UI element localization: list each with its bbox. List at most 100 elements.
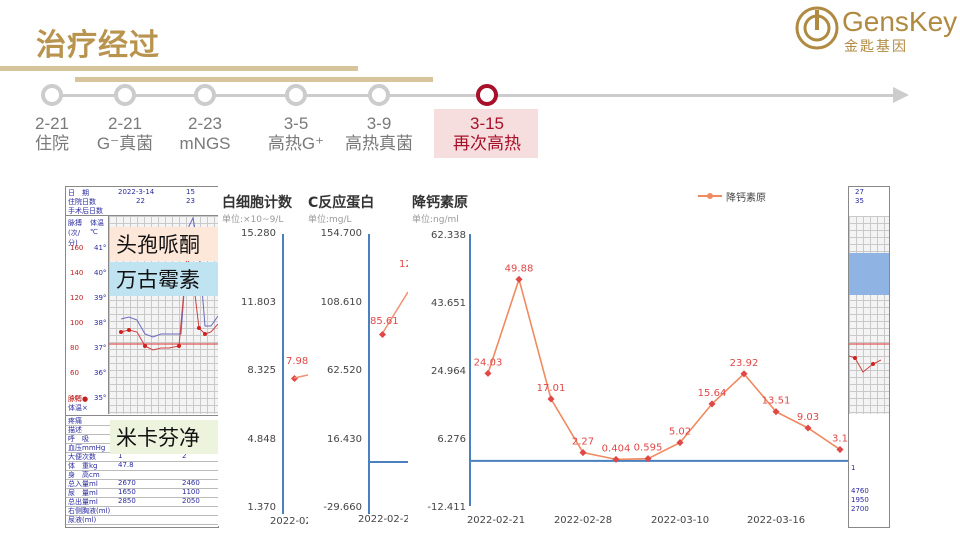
wbc-y-tick: 4.848 bbox=[247, 433, 276, 445]
timeline-event: 再次高热 bbox=[453, 134, 521, 153]
pct-data-label: 0.404 bbox=[602, 443, 631, 454]
sheet-value: 1950 bbox=[851, 496, 869, 504]
crp-data-label: 85.61 bbox=[370, 316, 399, 327]
title-underline-top bbox=[0, 66, 358, 71]
sheet-value: 1 bbox=[851, 464, 856, 472]
temp-tick: 39° bbox=[94, 294, 107, 302]
timeline-date: 2-21 bbox=[107, 114, 143, 133]
timeline-date: 3-5 bbox=[283, 114, 309, 133]
pulse-tick: 120 bbox=[70, 294, 84, 302]
sheet-day: 35 bbox=[855, 197, 864, 205]
crp-y-tick: 154.700 bbox=[320, 228, 362, 239]
pct-data-label: 17.01 bbox=[537, 383, 566, 394]
sheet-axis-column: 脉搏 (次/分) 体温 ℃ 160 140 120 100 80 60 40 41° 40° 3… bbox=[66, 216, 109, 414]
timeline-date: 3-15 bbox=[469, 114, 505, 133]
timeline-label: 3-15 再次高热 bbox=[447, 114, 527, 154]
sheet-plot-grid bbox=[849, 216, 889, 414]
temp-tick: 36° bbox=[94, 369, 107, 377]
pct-chart-svg: 62.338 43.651 24.964 6.276 -12.4112022-02-21… bbox=[427, 230, 848, 526]
wbc-axis-line bbox=[282, 234, 284, 514]
crp-y-tick: -29.660 bbox=[323, 502, 362, 513]
logo-subtitle: 金匙基因 bbox=[844, 39, 908, 55]
crp-y-tick: 16.430 bbox=[327, 433, 362, 445]
drug-label-cefoperazone: 头孢哌酮 bbox=[110, 227, 220, 261]
wbc-chart-title: 白细胞计数 bbox=[222, 195, 292, 211]
crp-chart-panel: C反应蛋白 单位:mg/L 154.700 108.610 62.520 16.430… bbox=[308, 186, 416, 526]
timeline-event: mNGS bbox=[179, 134, 231, 153]
temp-tick: 40° bbox=[94, 269, 107, 277]
temp-tick: 37° bbox=[94, 344, 107, 352]
timeline-date: 2-23 bbox=[187, 114, 223, 133]
temperature-sheet-right: 27 35 1 4760 1950 2700 bbox=[848, 186, 890, 528]
sheet-bottom-value: 1100 bbox=[182, 488, 200, 496]
pct-y-tick: 24.964 bbox=[431, 366, 466, 377]
timeline-event: 住院 bbox=[35, 134, 69, 153]
timeline-arrow-icon bbox=[893, 87, 909, 103]
sheet-date: 27 bbox=[855, 188, 864, 196]
timeline-label: 3-9 高热真菌 bbox=[339, 114, 419, 154]
timeline-node bbox=[194, 84, 216, 106]
pct-data-point bbox=[547, 395, 555, 403]
logo-name: GensKey bbox=[842, 6, 958, 37]
pct-y-tick: -12.411 bbox=[427, 502, 466, 513]
sheet-bottom-value: 2850 bbox=[118, 497, 136, 505]
pct-data-label: 3.1 bbox=[832, 434, 848, 445]
timeline-node bbox=[368, 84, 390, 106]
timeline-event: 高热真菌 bbox=[345, 134, 413, 153]
pct-x-tick: 2022-03-16 bbox=[747, 515, 805, 526]
sheet-vitals-plot bbox=[849, 343, 889, 373]
pct-data-point bbox=[484, 369, 492, 377]
sheet-bottom-value: 2050 bbox=[182, 497, 200, 505]
timeline-node bbox=[285, 84, 307, 106]
pct-series-line bbox=[487, 276, 841, 461]
pulse-tick: 60 bbox=[70, 369, 79, 377]
temp-tick: 41° bbox=[94, 244, 107, 252]
sheet-day: 22 bbox=[136, 197, 145, 205]
timeline-line bbox=[42, 94, 897, 97]
temp-tick: 35° bbox=[94, 394, 107, 402]
pct-y-tick: 62.338 bbox=[431, 230, 466, 241]
pct-data-label: 15.64 bbox=[698, 388, 727, 399]
wbc-y-tick: 11.803 bbox=[241, 296, 276, 308]
pct-data-label: 2.27 bbox=[572, 437, 594, 448]
drug-label-micafungin: 米卡芬净 bbox=[110, 420, 220, 454]
title-underline-bottom bbox=[75, 77, 433, 82]
sheet-date: 15 bbox=[186, 188, 195, 196]
pct-data-label: 49.88 bbox=[505, 263, 534, 274]
wbc-line-segment bbox=[294, 374, 308, 379]
crp-zero-line bbox=[368, 461, 408, 463]
sheet-header: 日 期 住院日数 手术后日数 2022-3-14 15 22 23 bbox=[66, 187, 218, 216]
wbc-data-label: 7.98 bbox=[286, 356, 309, 367]
timeline-node bbox=[476, 84, 498, 106]
pulse-tick: 140 bbox=[70, 269, 84, 277]
pulse-tick: 80 bbox=[70, 344, 79, 352]
sheet-value: 4760 bbox=[851, 487, 869, 495]
timeline-label: 2-21 住院 bbox=[12, 114, 92, 154]
wbc-y-tick: 8.325 bbox=[247, 365, 276, 376]
wbc-chart-unit: 单位:×10~9/L bbox=[222, 215, 284, 225]
crp-chart-unit: 单位:mg/L bbox=[308, 215, 352, 225]
drug-label-vancomycin: 万古霉素 bbox=[110, 262, 220, 296]
temp-axis-label: 体温 ℃ bbox=[90, 219, 104, 236]
sheet-date: 2022-3-14 bbox=[118, 188, 155, 196]
timeline-date: 3-9 bbox=[366, 114, 392, 133]
pct-data-point bbox=[515, 275, 523, 283]
legend-temp: 体温× bbox=[68, 404, 88, 412]
pct-data-label: 5.02 bbox=[669, 427, 691, 438]
timeline-label: 2-23 mNGS bbox=[165, 114, 245, 154]
timeline-event: 高热G⁺ bbox=[267, 134, 325, 153]
pct-x-tick: 2022-02-21 bbox=[467, 515, 525, 526]
wbc-y-tick: 15.280 bbox=[241, 228, 276, 239]
timeline-label: 2-21 G⁻真菌 bbox=[85, 114, 165, 154]
crp-y-tick: 62.520 bbox=[327, 365, 362, 376]
pct-data-label: 23.92 bbox=[730, 358, 759, 369]
genskey-logo-icon bbox=[795, 6, 839, 50]
sheet-bottom-value: 2460 bbox=[182, 479, 200, 487]
pulse-tick: 100 bbox=[70, 319, 84, 327]
sheet-day: 23 bbox=[186, 197, 195, 205]
sheet-bottom-value: 1650 bbox=[118, 488, 136, 496]
pct-chart-panel: 降钙素原 单位:ng/ml 降钙素原 62.338 43.651 24.964 6.2… bbox=[408, 186, 848, 526]
timeline-event: G⁻真菌 bbox=[96, 134, 154, 153]
sheet-value: 2700 bbox=[851, 505, 869, 513]
sheet-highlight-block bbox=[849, 253, 889, 295]
